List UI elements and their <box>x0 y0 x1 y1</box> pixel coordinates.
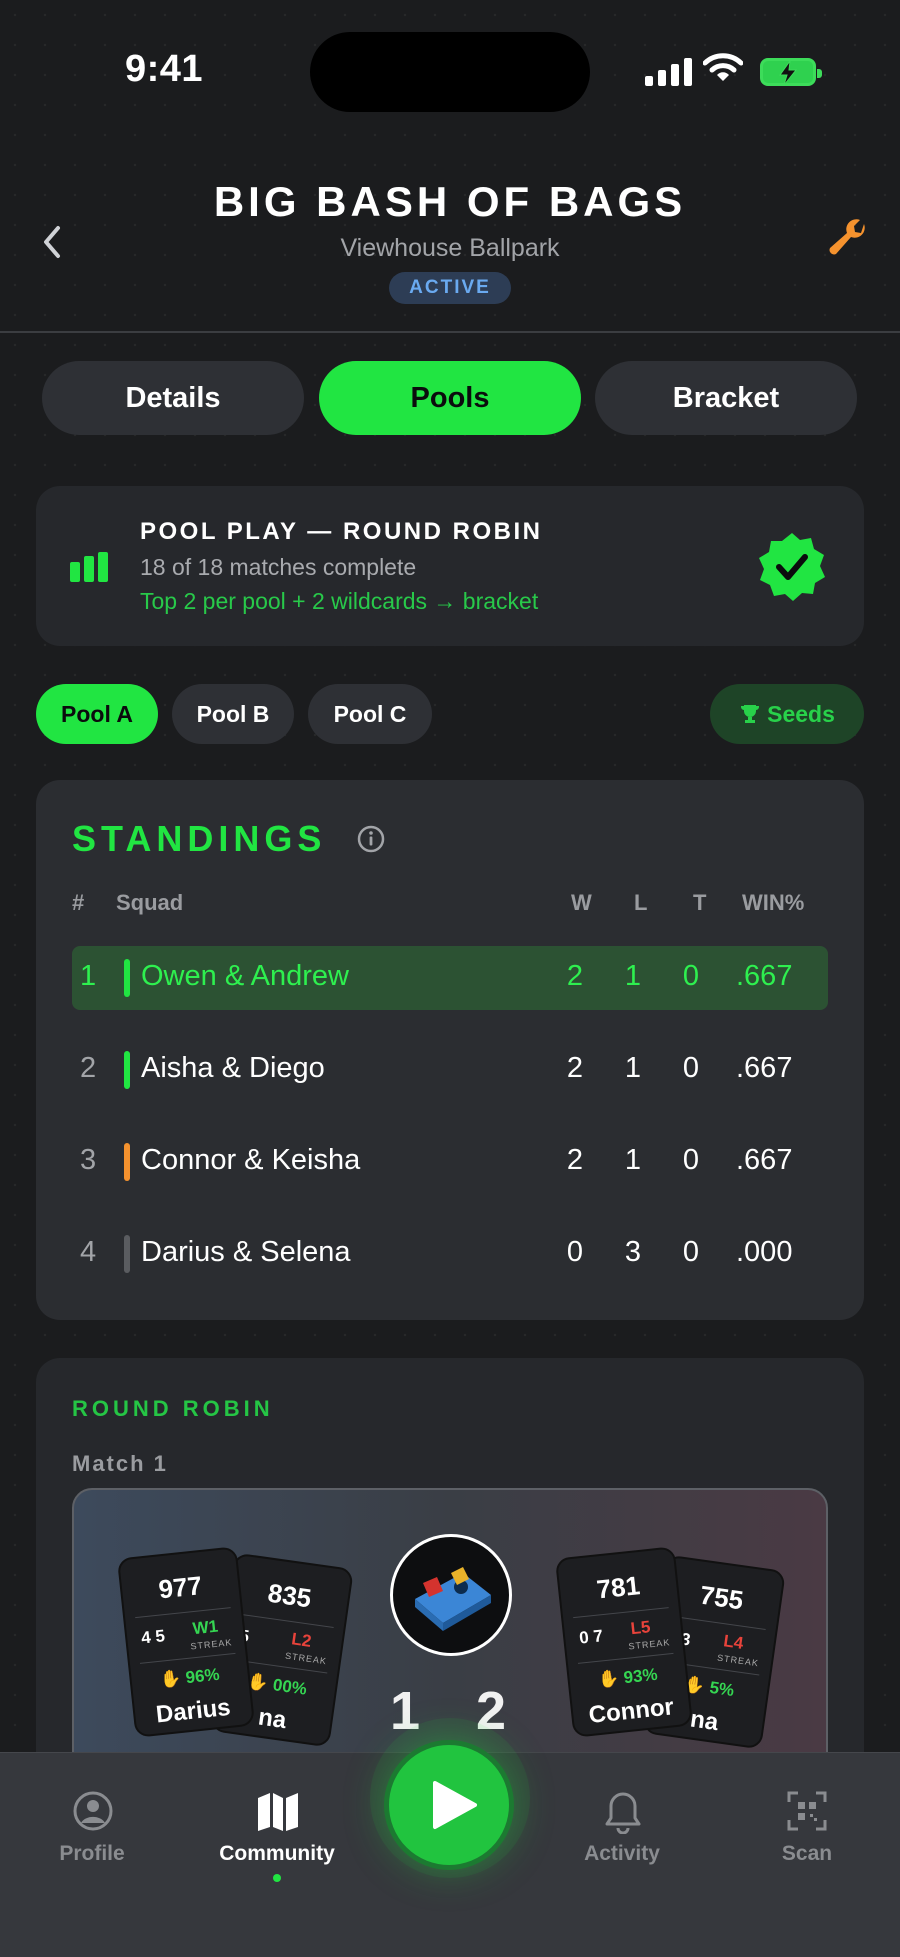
player-streak: L4 <box>722 1631 745 1653</box>
row-squad-name: Darius & Selena <box>141 1236 351 1268</box>
play-button[interactable] <box>384 1740 514 1870</box>
player-rating: 977 <box>157 1570 204 1605</box>
standings-title: STANDINGS <box>72 818 327 859</box>
wrench-icon[interactable] <box>826 218 868 267</box>
row-rank: 1 <box>80 960 97 992</box>
player-card[interactable]: 781 0 7 L5 STREAK ✋ 93% Connor <box>554 1546 694 1738</box>
pool-play-note: Top 2 per pool + 2 wildcards → bracket <box>140 588 539 614</box>
verified-check-icon <box>755 530 829 609</box>
map-icon[interactable] <box>256 1790 300 1837</box>
row-wins: 2 <box>566 1052 584 1084</box>
trophy-icon <box>741 705 760 723</box>
card-divider <box>577 1652 674 1664</box>
round-robin-title: ROUND ROBIN <box>72 1396 274 1421</box>
bell-icon[interactable] <box>602 1790 644 1839</box>
dynamic-island <box>310 32 590 112</box>
row-rank: 4 <box>80 1236 97 1268</box>
pool-chip-a[interactable]: Pool A <box>36 684 158 744</box>
hand-icon: ✋ <box>596 1668 620 1690</box>
battery-charging-icon <box>760 58 822 86</box>
row-win-pct: .667 <box>736 1144 793 1176</box>
row-rank: 3 <box>80 1144 97 1176</box>
tab-community[interactable]: Community <box>207 1842 347 1866</box>
streak-label: STREAK <box>627 1637 671 1652</box>
pool-play-progress: 18 of 18 matches complete <box>140 554 417 580</box>
play-icon <box>433 1781 477 1829</box>
row-win-pct: .667 <box>736 960 793 992</box>
streak-label: STREAK <box>284 1650 328 1667</box>
row-ties: 0 <box>682 960 700 992</box>
player-name: Darius <box>154 1693 232 1729</box>
status-time: 9:41 <box>125 48 204 90</box>
profile-icon[interactable] <box>72 1790 114 1837</box>
col-w: W <box>571 890 592 915</box>
row-ties: 0 <box>682 1144 700 1176</box>
row-losses: 1 <box>624 960 642 992</box>
row-wins: 2 <box>566 960 584 992</box>
active-tab-indicator <box>273 1874 281 1882</box>
seeds-label: Seeds <box>767 701 835 727</box>
card-divider <box>573 1607 669 1619</box>
row-seed-marker <box>124 1051 130 1089</box>
player-accuracy: ✋ 93% <box>596 1664 659 1690</box>
player-streak: W1 <box>191 1616 220 1639</box>
pool-chip-c[interactable]: Pool C <box>308 684 432 744</box>
player-record: 0 7 <box>578 1626 604 1648</box>
tab-details[interactable]: Details <box>42 361 304 435</box>
row-seed-marker <box>124 1235 130 1273</box>
tab-activity[interactable]: Activity <box>552 1842 692 1866</box>
seeds-button[interactable]: Seeds <box>710 684 864 744</box>
row-wins: 0 <box>566 1236 584 1268</box>
col-win-pct: WIN% <box>742 890 805 915</box>
row-seed-marker <box>124 1143 130 1181</box>
info-icon[interactable] <box>356 824 386 859</box>
hand-icon: ✋ <box>158 1668 182 1690</box>
tab-bracket[interactable]: Bracket <box>595 361 857 435</box>
streak-label: STREAK <box>189 1637 233 1652</box>
col-rank: # <box>72 890 85 915</box>
player-accuracy: ✋ 96% <box>158 1664 221 1690</box>
row-squad-name: Owen & Andrew <box>141 960 349 992</box>
row-losses: 1 <box>624 1144 642 1176</box>
player-rating: 835 <box>266 1577 314 1614</box>
player-card[interactable]: 977 4 5 W1 STREAK ✋ 96% Darius <box>116 1546 256 1738</box>
row-losses: 1 <box>624 1052 642 1084</box>
venue-subtitle: Viewhouse Ballpark <box>340 234 560 262</box>
row-ties: 0 <box>682 1236 700 1268</box>
qr-scan-icon[interactable] <box>786 1790 828 1837</box>
player-streak: L5 <box>629 1617 652 1639</box>
page-title: BIG BASH OF BAGS <box>213 178 687 225</box>
row-squad-name: Aisha & Diego <box>141 1052 325 1084</box>
row-seed-marker <box>124 959 130 997</box>
row-rank: 2 <box>80 1052 97 1084</box>
status-badge: ACTIVE <box>389 272 511 304</box>
player-name: Connor <box>587 1693 676 1730</box>
match-label: Match 1 <box>72 1451 168 1476</box>
row-ties: 0 <box>682 1052 700 1084</box>
row-squad-name: Connor & Keisha <box>141 1144 361 1176</box>
col-t: T <box>693 890 707 915</box>
row-losses: 3 <box>624 1236 642 1268</box>
col-squad: Squad <box>116 890 184 915</box>
player-rating: 781 <box>595 1570 642 1605</box>
tab-scan[interactable]: Scan <box>737 1842 877 1866</box>
wifi-icon <box>702 52 744 89</box>
tab-pools[interactable]: Pools <box>319 361 581 435</box>
tab-profile[interactable]: Profile <box>22 1842 162 1866</box>
col-l: L <box>634 890 648 915</box>
cornhole-board-icon <box>390 1534 512 1656</box>
player-streak: L2 <box>290 1629 313 1651</box>
pool-chip-b[interactable]: Pool B <box>172 684 294 744</box>
streak-label: STREAK <box>716 1652 760 1669</box>
header-divider <box>0 331 900 333</box>
row-wins: 2 <box>566 1144 584 1176</box>
pool-play-title: POOL PLAY — ROUND ROBIN <box>140 518 543 545</box>
card-divider <box>139 1652 236 1664</box>
player-record: 4 5 <box>140 1626 166 1648</box>
bar-chart-icon <box>70 552 108 582</box>
row-win-pct: .000 <box>736 1236 793 1268</box>
row-win-pct: .667 <box>736 1052 793 1084</box>
cellular-signal-icon <box>645 56 692 86</box>
